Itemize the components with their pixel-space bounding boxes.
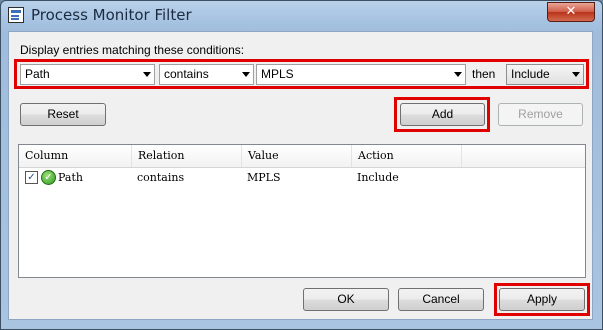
value-combo-input[interactable]: MPLS [256,64,466,85]
action-select[interactable]: Include [506,64,584,85]
ok-button[interactable]: OK [303,288,389,311]
remove-button[interactable]: Remove [498,103,583,126]
column-header-action[interactable]: Action [352,145,462,167]
then-label: then [472,67,496,81]
title-bar[interactable]: Process Monitor Filter ✕ [1,1,602,31]
reset-button[interactable]: Reset [20,103,106,126]
window-title: Process Monitor Filter [31,6,192,24]
row-value-cell: MPLS [247,171,281,184]
relation-select[interactable]: contains [159,64,254,85]
filter-list[interactable]: Column Relation Value Action ✓ ✓ Path co… [18,144,586,278]
relation-select-value: contains [164,67,209,81]
row-action-cell: Include [357,171,399,184]
list-header: Column Relation Value Action [19,145,585,168]
include-check-icon: ✓ [41,170,56,185]
cancel-button[interactable]: Cancel [398,288,484,311]
row-column-cell: Path [58,171,83,184]
row-relation-cell: contains [137,171,185,184]
add-button[interactable]: Add [400,103,485,126]
chevron-down-icon [143,72,151,77]
process-monitor-app-icon [8,7,24,23]
chevron-down-icon [572,72,580,77]
column-header-relation[interactable]: Relation [132,145,242,167]
close-button[interactable]: ✕ [547,2,595,22]
column-select[interactable]: Path [20,64,155,85]
apply-button[interactable]: Apply [499,288,585,311]
conditions-label: Display entries matching these condition… [20,43,245,57]
action-select-value: Include [511,67,550,81]
column-select-value: Path [25,67,50,81]
chevron-down-icon [242,72,250,77]
chevron-down-icon [454,72,462,77]
column-header-value[interactable]: Value [242,145,352,167]
value-combo-text: MPLS [261,67,294,81]
column-header-column[interactable]: Column [19,145,132,167]
row-enabled-checkbox[interactable]: ✓ [25,171,38,184]
